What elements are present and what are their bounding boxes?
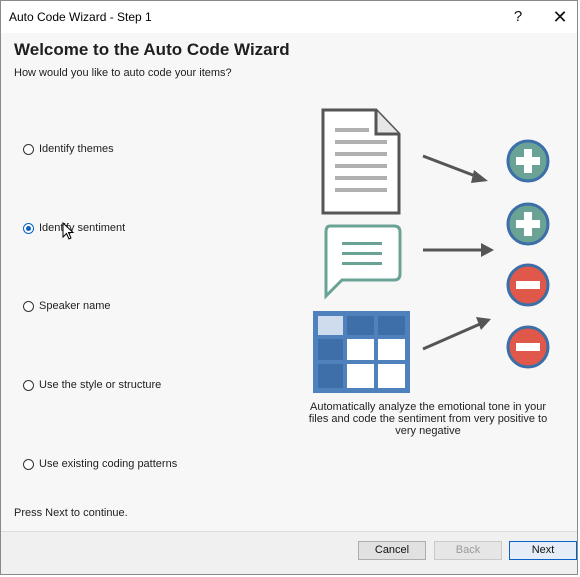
arrow-icon [422,154,494,351]
plus-circle-icon [506,202,550,246]
option-label: Speaker name [39,300,111,312]
sentiment-illustration [313,108,550,393]
chat-bubble-icon [324,224,402,300]
radio-style-structure[interactable] [23,379,34,391]
page-subtitle: How would you like to auto code your ite… [14,67,232,79]
next-button[interactable]: Next [509,541,577,560]
minus-circle-icon [506,263,550,307]
option-label: Use the style or structure [39,379,162,391]
option-existing-patterns[interactable]: Use existing coding patterns [23,456,177,472]
option-label: Identify themes [39,143,114,155]
wizard-window: Auto Code Wizard - Step 1 ? ✕ Welcome to… [0,0,578,575]
radio-existing-patterns[interactable] [23,458,34,470]
window-title: Auto Code Wizard - Step 1 [9,10,152,24]
radio-identify-themes[interactable] [23,143,34,155]
page-title: Welcome to the Auto Code Wizard [14,40,290,59]
option-label: Identify sentiment [39,222,126,234]
option-style-structure[interactable]: Use the style or structure [23,377,161,393]
button-bar: Cancel Back Next [1,531,577,574]
table-icon [313,311,410,393]
option-label: Use existing coding patterns [39,458,178,470]
option-description: Automatically analyze the emotional tone… [308,401,548,437]
help-button[interactable]: ? [503,5,533,29]
mouse-pointer-icon [62,222,75,240]
cancel-button[interactable]: Cancel [358,541,426,560]
document-icon [321,108,401,215]
back-button[interactable]: Back [434,541,502,560]
plus-circle-icon [506,139,550,183]
option-identify-themes[interactable]: Identify themes [23,141,114,157]
close-button[interactable]: ✕ [545,5,575,29]
wizard-body: Welcome to the Auto Code Wizard How woul… [1,33,577,531]
minus-circle-icon [506,325,550,369]
radio-identify-sentiment[interactable] [23,222,34,234]
radio-speaker-name[interactable] [23,300,34,312]
title-bar: Auto Code Wizard - Step 1 ? ✕ [1,1,577,33]
option-speaker-name[interactable]: Speaker name [23,298,111,314]
continue-hint: Press Next to continue. [14,507,128,519]
